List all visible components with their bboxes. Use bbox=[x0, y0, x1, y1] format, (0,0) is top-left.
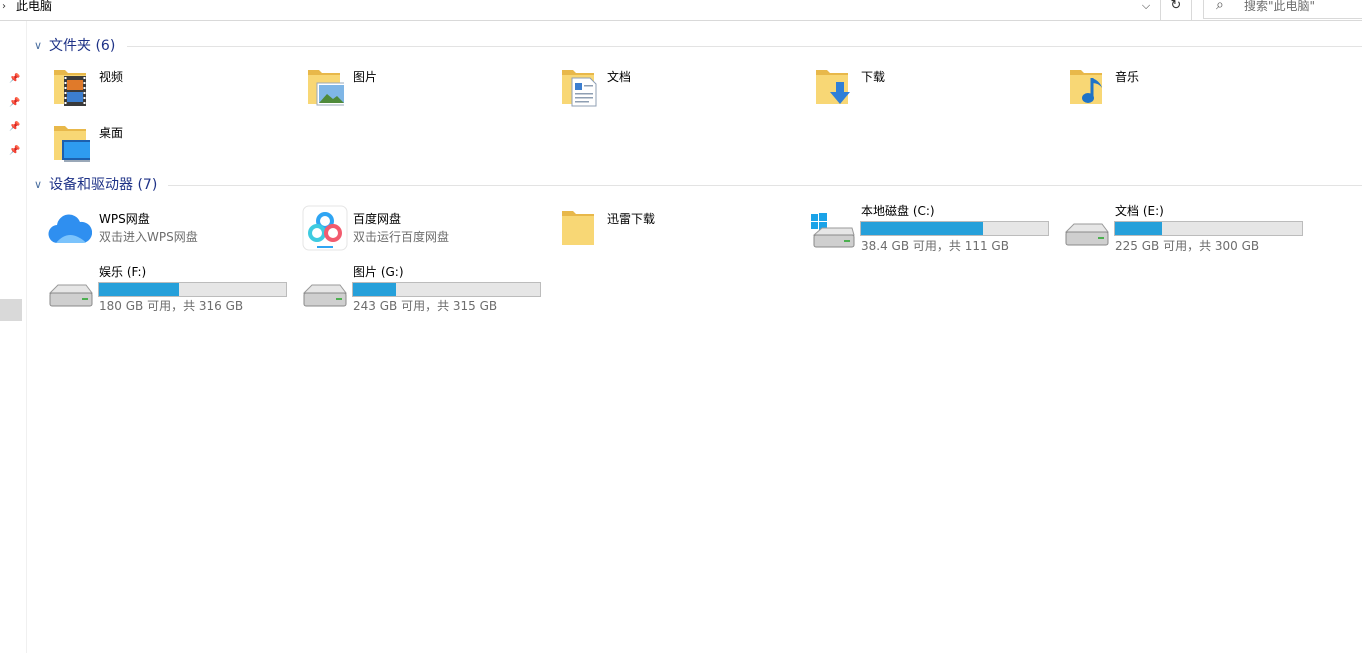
chevron-down-icon[interactable]: ∨ bbox=[34, 38, 42, 54]
section-title: 文件夹 (6) bbox=[49, 38, 116, 54]
device-name: WPS网盘 bbox=[99, 212, 150, 226]
device-item-wps-cloud[interactable]: WPS网盘 双击进入WPS网盘 bbox=[46, 207, 296, 259]
drive-name: 文档 (E:) bbox=[1115, 204, 1164, 218]
drive-free-space: 180 GB 可用，共 316 GB bbox=[99, 299, 244, 313]
pin-icon[interactable]: 📌 bbox=[9, 73, 21, 85]
device-subtitle: 双击进入WPS网盘 bbox=[99, 230, 198, 244]
drive-name: 图片 (G:) bbox=[353, 265, 404, 279]
address-chevron-icon[interactable]: › bbox=[2, 0, 6, 14]
drive-item-g[interactable]: 图片 (G:) 243 GB 可用，共 315 GB bbox=[300, 264, 550, 316]
drive-usage-fill bbox=[99, 283, 180, 296]
folder-name: 下载 bbox=[861, 70, 886, 84]
documents-folder-icon bbox=[562, 70, 597, 107]
pin-icon[interactable]: 📌 bbox=[9, 145, 21, 157]
folder-item-pictures[interactable]: 图片 bbox=[304, 66, 554, 118]
device-item-baidu-netdisk[interactable]: 百度网盘 双击运行百度网盘 bbox=[300, 205, 550, 259]
drive-name: 本地磁盘 (C:) bbox=[861, 204, 935, 218]
search-input[interactable]: 搜索"此电脑" bbox=[1244, 0, 1315, 12]
drive-usage-bar bbox=[1114, 221, 1303, 236]
wps-cloud-icon bbox=[48, 214, 92, 244]
navigation-pane: 📌 📌 📌 📌 bbox=[0, 21, 27, 653]
drive-free-space: 243 GB 可用，共 315 GB bbox=[353, 299, 498, 313]
drive-free-space: 38.4 GB 可用，共 111 GB bbox=[861, 239, 1009, 253]
folder-name: 图片 bbox=[353, 70, 378, 84]
drive-item-e[interactable]: 文档 (E:) 225 GB 可用，共 300 GB bbox=[1062, 203, 1312, 255]
drive-usage-fill bbox=[353, 283, 396, 296]
video-folder-icon bbox=[54, 70, 86, 106]
folder-name: 视频 bbox=[99, 70, 124, 84]
windows-drive-icon bbox=[811, 213, 855, 248]
section-divider bbox=[127, 46, 1362, 47]
folder-icon bbox=[562, 211, 594, 245]
drive-item-c[interactable]: 本地磁盘 (C:) 38.4 GB 可用，共 111 GB bbox=[808, 203, 1058, 255]
device-name: 迅雷下载 bbox=[607, 212, 656, 226]
folder-item-videos[interactable]: 视频 bbox=[50, 66, 300, 118]
device-name: 百度网盘 bbox=[353, 212, 402, 226]
folder-item-desktop[interactable]: 桌面 bbox=[50, 122, 300, 174]
folder-item-documents[interactable]: 文档 bbox=[558, 66, 808, 118]
device-item-xunlei-download[interactable]: 迅雷下载 bbox=[558, 207, 808, 259]
drive-free-space: 225 GB 可用，共 300 GB bbox=[1115, 239, 1260, 253]
address-path[interactable]: 此电脑 bbox=[16, 0, 52, 12]
folder-name: 桌面 bbox=[99, 126, 124, 140]
section-header-folders[interactable]: ∨ 文件夹 (6) bbox=[32, 37, 1362, 55]
drive-item-f[interactable]: 娱乐 (F:) 180 GB 可用，共 316 GB bbox=[46, 264, 296, 316]
folder-name: 音乐 bbox=[1115, 70, 1140, 84]
drive-usage-bar bbox=[860, 221, 1049, 236]
drive-usage-bar bbox=[352, 282, 541, 297]
downloads-folder-icon bbox=[816, 70, 850, 104]
device-subtitle: 双击运行百度网盘 bbox=[353, 230, 450, 244]
search-box[interactable]: ⌕ 搜索"此电脑" bbox=[1203, 0, 1362, 19]
chevron-down-icon[interactable]: ∨ bbox=[34, 177, 42, 193]
folder-name: 文档 bbox=[607, 70, 632, 84]
folder-item-music[interactable]: 音乐 bbox=[1066, 66, 1316, 118]
pin-icon[interactable]: 📌 bbox=[9, 97, 21, 109]
music-folder-icon bbox=[1070, 70, 1102, 104]
search-icon: ⌕ bbox=[1216, 0, 1224, 13]
drive-usage-bar bbox=[98, 282, 287, 297]
hard-drive-icon bbox=[1064, 223, 1109, 246]
refresh-icon: ↻ bbox=[1170, 0, 1182, 13]
section-header-devices[interactable]: ∨ 设备和驱动器 (7) bbox=[32, 176, 1362, 194]
folder-item-downloads[interactable]: 下载 bbox=[812, 66, 1062, 118]
drive-usage-fill bbox=[861, 222, 984, 235]
desktop-folder-icon bbox=[54, 126, 90, 162]
section-title: 设备和驱动器 (7) bbox=[49, 177, 158, 193]
pictures-folder-icon bbox=[308, 70, 344, 106]
drive-usage-fill bbox=[1115, 222, 1162, 235]
baidu-netdisk-icon bbox=[302, 205, 348, 251]
drive-name: 娱乐 (F:) bbox=[99, 265, 147, 279]
refresh-button[interactable]: ↻ bbox=[1160, 0, 1192, 20]
address-dropdown-icon[interactable]: ⌵ bbox=[1134, 0, 1158, 18]
navigation-selected-item[interactable] bbox=[0, 299, 22, 321]
section-divider bbox=[168, 185, 1362, 186]
pin-icon[interactable]: 📌 bbox=[9, 121, 21, 133]
address-bar: › 此电脑 ⌵ ↻ ⌕ 搜索"此电脑" bbox=[0, 0, 1362, 21]
hard-drive-icon bbox=[302, 284, 347, 307]
hard-drive-icon bbox=[48, 284, 93, 307]
